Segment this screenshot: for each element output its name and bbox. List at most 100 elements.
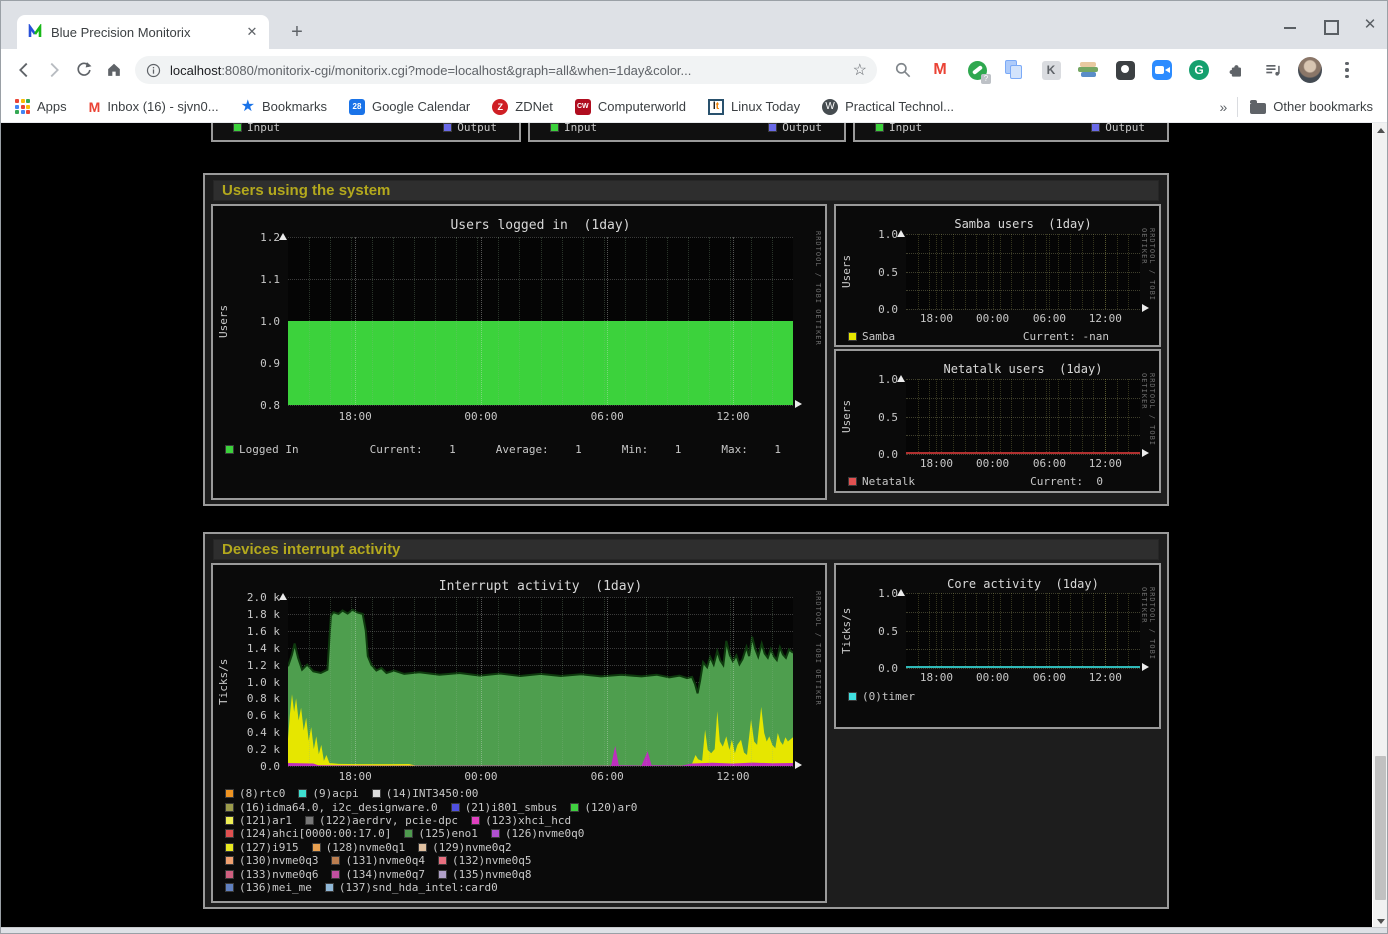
- chart-plot-area: [288, 237, 793, 405]
- playlist-extension-icon[interactable]: [1261, 58, 1285, 82]
- extensions-puzzle-icon[interactable]: [1224, 58, 1248, 82]
- gmail-extension-icon[interactable]: M: [928, 58, 952, 82]
- partial-graph-box-2[interactable]: Input Output: [528, 123, 846, 142]
- page-info-icon[interactable]: [145, 62, 162, 79]
- legend-label: (122)aerdrv, pcie-dpc: [319, 814, 458, 827]
- legend-row: (136)mei_me(137)snd_hda_intel:card0: [225, 881, 650, 894]
- chart-plot-area: [906, 234, 1140, 309]
- bookmark-google-calendar[interactable]: 28 Google Calendar: [349, 99, 470, 115]
- bookmark-inbox[interactable]: M Inbox (16) - sjvn0...: [89, 99, 219, 115]
- netatalk-users-graph[interactable]: Netatalk users (1day)Users1.00.50.018:00…: [834, 349, 1161, 493]
- grid-line-vertical-major: [936, 379, 937, 454]
- browser-tab[interactable]: Blue Precision Monitorix ✕: [17, 15, 269, 49]
- x-tick-label: 12:00: [711, 410, 755, 423]
- grid-line-vertical: [918, 234, 919, 309]
- grid-line-vertical: [1128, 593, 1129, 668]
- legend-swatch: [471, 816, 480, 825]
- phone-help-extension-icon[interactable]: ?: [965, 58, 989, 82]
- y-tick-label: 1.0: [836, 228, 898, 241]
- grid-line-vertical: [372, 597, 373, 766]
- interrupt-activity-graph[interactable]: Interrupt activity (1day)Ticks/s2.0 k1.8…: [211, 563, 827, 903]
- x-tick-label: 12:00: [1083, 457, 1127, 470]
- partial-graph-box-1[interactable]: Input Output: [211, 123, 521, 142]
- scrollbar-thumb[interactable]: [1375, 756, 1386, 900]
- bookmark-practical-technology[interactable]: W Practical Technol...: [822, 99, 954, 115]
- forward-icon[interactable]: [39, 55, 69, 85]
- rrdtool-watermark: RRDTOOL / TOBI OETIKER: [1140, 587, 1156, 674]
- grid-line-vertical: [953, 379, 954, 454]
- legend-label: (125)eno1: [418, 827, 478, 840]
- legend-label: (134)nvme0q7: [345, 868, 424, 881]
- grid-line-vertical: [730, 597, 731, 766]
- rrdtool-watermark: RRDTOOL / TOBI OETIKER: [1140, 228, 1156, 315]
- bookmark-bookmarks[interactable]: ★ Bookmarks: [241, 99, 327, 115]
- tab-close-icon[interactable]: ✕: [243, 24, 261, 40]
- core-activity-graph[interactable]: Core activity (1day)Ticks/s1.00.50.018:0…: [834, 563, 1161, 729]
- copy-pages-extension-icon[interactable]: [1002, 58, 1026, 82]
- y-tick-label: 0.5: [836, 266, 898, 279]
- bookmark-star-icon[interactable]: ☆: [853, 60, 867, 80]
- browser-window: Blue Precision Monitorix ✕ + ✕ localhost…: [0, 0, 1388, 934]
- legend-item: Logged In: [225, 443, 299, 456]
- legend-label: (127)i915: [239, 841, 299, 854]
- bookmark-linux-today[interactable]: lt Linux Today: [708, 99, 800, 115]
- y-tick-label: 0.6 k: [213, 709, 280, 722]
- legend-swatch: [225, 789, 234, 798]
- search-extension-icon[interactable]: [891, 58, 915, 82]
- window-maximize-icon[interactable]: [1323, 18, 1337, 32]
- grammarly-extension-icon[interactable]: G: [1187, 58, 1211, 82]
- partial-graph-box-3[interactable]: Input Output: [853, 123, 1169, 142]
- grid-line-vertical: [1070, 593, 1071, 668]
- other-bookmarks[interactable]: Other bookmarks: [1250, 99, 1373, 114]
- legend-swatch: [404, 829, 413, 838]
- window-minimize-icon[interactable]: [1283, 18, 1297, 32]
- address-bar[interactable]: localhost:8080/monitorix-cgi/monitorix.c…: [135, 56, 877, 84]
- reload-icon[interactable]: [69, 55, 99, 85]
- grid-line-vertical: [688, 237, 689, 405]
- grid-line-vertical: [435, 237, 436, 405]
- y-tick-label: 1.0: [213, 315, 280, 328]
- window-bottom-frame: [1, 927, 1387, 933]
- legend-stat: Current: -nan: [1023, 330, 1109, 343]
- y-tick-label: 2.0 k: [213, 591, 280, 604]
- grid-line-vertical: [625, 237, 626, 405]
- samba-users-graph[interactable]: Samba users (1day)Users1.00.50.018:0000:…: [834, 204, 1161, 347]
- x-tick-label: 18:00: [333, 770, 377, 783]
- bookmark-zdnet[interactable]: Z ZDNet: [492, 99, 553, 115]
- grid-line-vertical-major: [1049, 234, 1050, 309]
- grid-line-vertical: [1046, 593, 1047, 668]
- legend-row: (0)timer: [848, 689, 928, 703]
- tab-title: Blue Precision Monitorix: [51, 25, 243, 40]
- grid-line-vertical: [351, 237, 352, 405]
- grid-line-vertical: [1011, 593, 1012, 668]
- bookmarks-overflow-chevron[interactable]: »: [1220, 99, 1228, 115]
- window-close-icon[interactable]: ✕: [1363, 18, 1377, 32]
- y-tick-label: 1.0: [836, 587, 898, 600]
- legend-swatch: [312, 843, 321, 852]
- lamp-extension-icon[interactable]: [1113, 58, 1137, 82]
- grid-line-vertical: [646, 597, 647, 766]
- k-extension-icon[interactable]: K: [1039, 58, 1063, 82]
- back-icon[interactable]: [9, 55, 39, 85]
- bookmark-computerworld[interactable]: CW Computerworld: [575, 99, 686, 115]
- profile-avatar[interactable]: [1298, 58, 1322, 82]
- legend-item: (126)nvme0q0: [491, 827, 584, 840]
- users-logged-in-graph[interactable]: Users logged in (1day)Users1.21.11.00.90…: [211, 204, 827, 500]
- zoom-camera-extension-icon[interactable]: [1150, 58, 1174, 82]
- books-stack-extension-icon[interactable]: [1076, 58, 1100, 82]
- x-tick-label: 00:00: [459, 410, 503, 423]
- grid-line-vertical: [646, 237, 647, 405]
- legend-row: (16)idma64.0, i2c_designware.0(21)i801_s…: [225, 800, 650, 813]
- apps-launcher[interactable]: Apps: [15, 99, 67, 114]
- home-icon[interactable]: [99, 55, 129, 85]
- grid-line-vertical: [976, 593, 977, 668]
- scroll-up-icon[interactable]: [1373, 123, 1388, 138]
- input-swatch: [550, 123, 559, 132]
- grid-line-vertical-major: [1105, 234, 1106, 309]
- grid-line-vertical: [541, 237, 542, 405]
- legend-item: (120)ar0: [570, 801, 637, 814]
- legend-item: (137)snd_hda_intel:card0: [325, 881, 498, 894]
- chrome-menu-icon[interactable]: [1335, 58, 1359, 82]
- new-tab-button[interactable]: +: [285, 21, 309, 45]
- grid-line-vertical: [1128, 234, 1129, 309]
